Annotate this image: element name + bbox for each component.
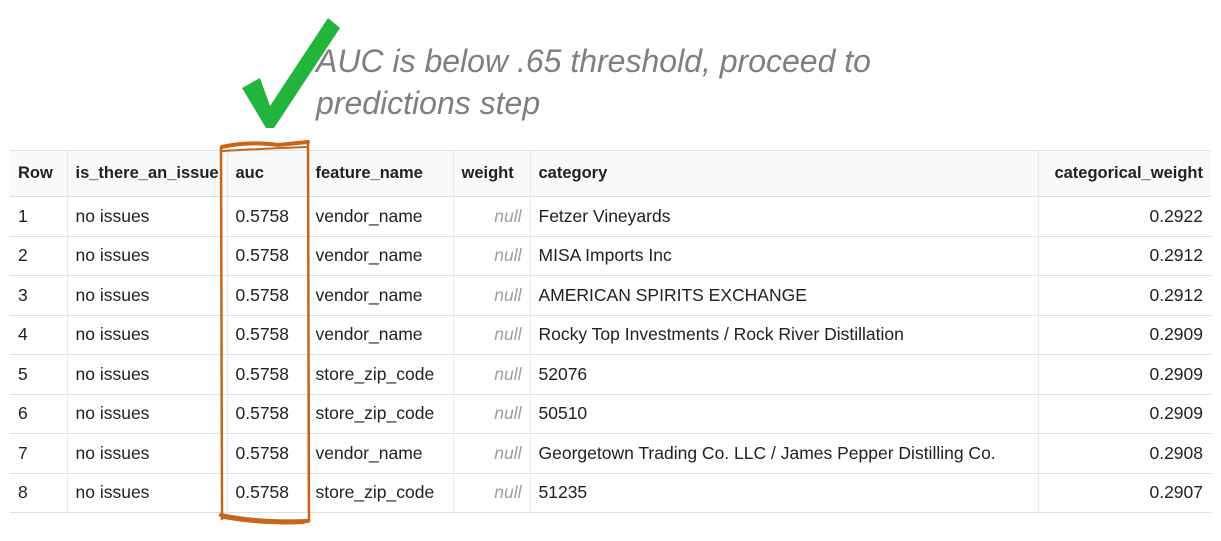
weight-cell: null xyxy=(453,236,531,276)
feature-name-cell: vendor_name xyxy=(307,196,454,237)
auc-cell: 0.5758 xyxy=(227,354,308,395)
weight-cell: null xyxy=(453,433,531,474)
table-row: 8 no issues 0.5758 store_zip_code null 5… xyxy=(10,473,1211,513)
auc-cell: 0.5758 xyxy=(227,315,308,355)
auc-cell: 0.5758 xyxy=(227,433,308,474)
feature-name-cell: vendor_name xyxy=(307,236,454,276)
row-number: 5 xyxy=(10,354,68,395)
annotation-line-2: predictions step xyxy=(316,85,541,121)
column-header-category[interactable]: category xyxy=(530,150,1039,197)
category-cell: AMERICAN SPIRITS EXCHANGE xyxy=(530,275,1039,316)
table-row: 4 no issues 0.5758 vendor_name null Rock… xyxy=(10,315,1211,355)
row-number: 1 xyxy=(10,196,68,237)
feature-name-cell: vendor_name xyxy=(307,315,454,355)
categorical-weight-cell: 0.2908 xyxy=(1038,433,1211,474)
column-header-row[interactable]: Row xyxy=(10,150,68,197)
categorical-weight-cell: 0.2922 xyxy=(1038,196,1211,237)
auc-cell: 0.5758 xyxy=(227,196,308,237)
feature-name-cell: vendor_name xyxy=(307,275,454,316)
results-table: Row is_there_an_issue auc feature_name w… xyxy=(10,150,1211,513)
annotation-line-1: AUC is below .65 threshold, proceed to xyxy=(316,43,871,79)
issue-cell: no issues xyxy=(67,394,228,434)
category-cell: 51235 xyxy=(530,473,1039,513)
column-header-auc[interactable]: auc xyxy=(227,150,308,197)
auc-cell: 0.5758 xyxy=(227,394,308,434)
table-header-row: Row is_there_an_issue auc feature_name w… xyxy=(10,150,1211,197)
categorical-weight-cell: 0.2909 xyxy=(1038,394,1211,434)
weight-cell: null xyxy=(453,275,531,316)
table-row: 2 no issues 0.5758 vendor_name null MISA… xyxy=(10,236,1211,276)
categorical-weight-cell: 0.2912 xyxy=(1038,275,1211,316)
table-row: 6 no issues 0.5758 store_zip_code null 5… xyxy=(10,394,1211,434)
weight-cell: null xyxy=(453,315,531,355)
row-number: 6 xyxy=(10,394,68,434)
category-cell: Rocky Top Investments / Rock River Disti… xyxy=(530,315,1039,355)
auc-cell: 0.5758 xyxy=(227,275,308,316)
issue-cell: no issues xyxy=(67,433,228,474)
annotation-text: AUC is below .65 threshold, proceed to p… xyxy=(316,40,1016,124)
column-header-weight[interactable]: weight xyxy=(453,150,531,197)
row-number: 7 xyxy=(10,433,68,474)
category-cell: MISA Imports Inc xyxy=(530,236,1039,276)
weight-cell: null xyxy=(453,196,531,237)
table-row: 7 no issues 0.5758 vendor_name null Geor… xyxy=(10,433,1211,474)
row-number: 4 xyxy=(10,315,68,355)
row-number: 3 xyxy=(10,275,68,316)
weight-cell: null xyxy=(453,354,531,395)
feature-name-cell: store_zip_code xyxy=(307,394,454,434)
row-number: 8 xyxy=(10,473,68,513)
issue-cell: no issues xyxy=(67,354,228,395)
issue-cell: no issues xyxy=(67,275,228,316)
categorical-weight-cell: 0.2909 xyxy=(1038,354,1211,395)
issue-cell: no issues xyxy=(67,236,228,276)
issue-cell: no issues xyxy=(67,196,228,237)
category-cell: 50510 xyxy=(530,394,1039,434)
issue-cell: no issues xyxy=(67,315,228,355)
feature-name-cell: store_zip_code xyxy=(307,354,454,395)
category-cell: Fetzer Vineyards xyxy=(530,196,1039,237)
table-row: 1 no issues 0.5758 vendor_name null Fetz… xyxy=(10,196,1211,237)
categorical-weight-cell: 0.2909 xyxy=(1038,315,1211,355)
weight-cell: null xyxy=(453,473,531,513)
issue-cell: no issues xyxy=(67,473,228,513)
categorical-weight-cell: 0.2912 xyxy=(1038,236,1211,276)
feature-name-cell: store_zip_code xyxy=(307,473,454,513)
table-row: 3 no issues 0.5758 vendor_name null AMER… xyxy=(10,275,1211,316)
row-number: 2 xyxy=(10,236,68,276)
category-cell: Georgetown Trading Co. LLC / James Peppe… xyxy=(530,433,1039,474)
category-cell: 52076 xyxy=(530,354,1039,395)
column-header-categorical-weight[interactable]: categorical_weight xyxy=(1038,150,1211,197)
auc-cell: 0.5758 xyxy=(227,236,308,276)
auc-cell: 0.5758 xyxy=(227,473,308,513)
feature-name-cell: vendor_name xyxy=(307,433,454,474)
column-header-is-there-an-issue[interactable]: is_there_an_issue xyxy=(67,150,228,197)
weight-cell: null xyxy=(453,394,531,434)
column-header-feature-name[interactable]: feature_name xyxy=(307,150,454,197)
table-row: 5 no issues 0.5758 store_zip_code null 5… xyxy=(10,354,1211,395)
categorical-weight-cell: 0.2907 xyxy=(1038,473,1211,513)
